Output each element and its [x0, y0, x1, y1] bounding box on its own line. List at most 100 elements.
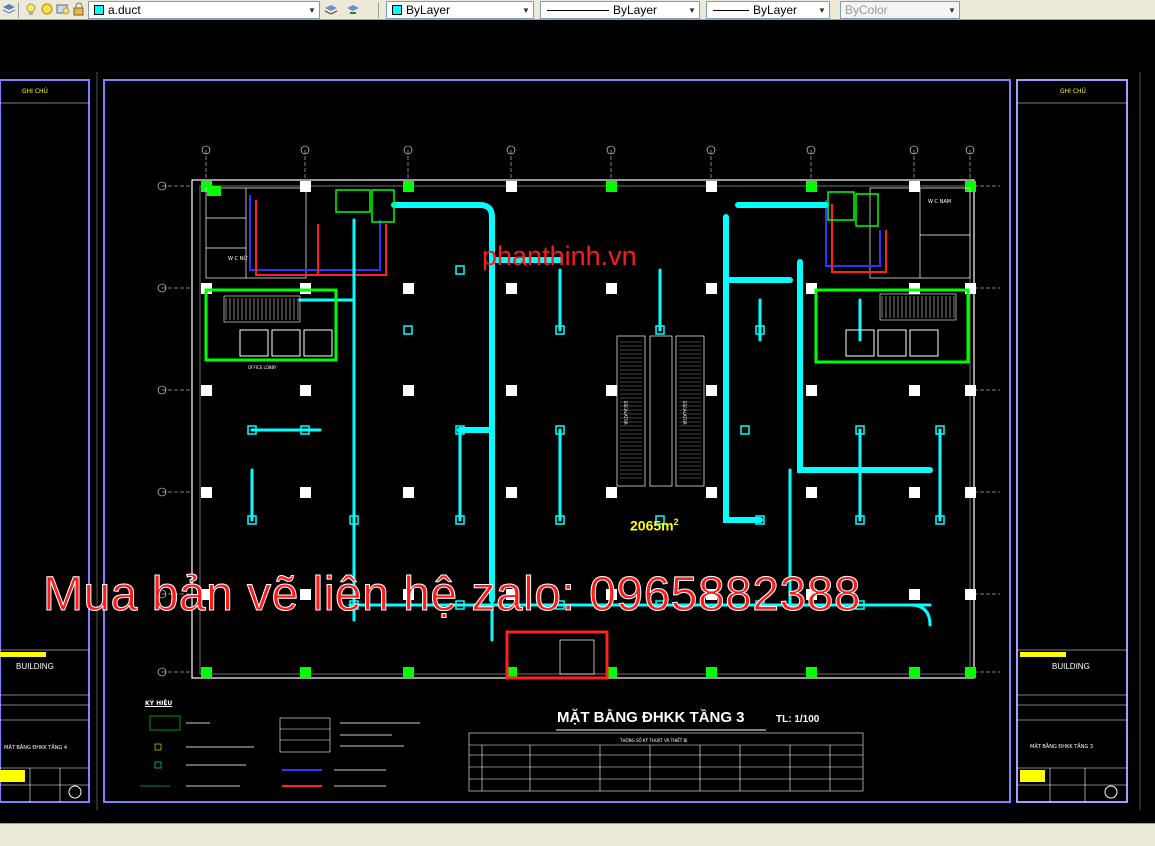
structural-column: [403, 181, 414, 192]
left-sheet-frame: [0, 79, 90, 803]
structural-column: [403, 385, 414, 396]
escalator-steps: [620, 341, 701, 479]
structural-column: [806, 487, 817, 498]
freeze-sun-icon[interactable]: [40, 2, 54, 16]
structural-column: [806, 667, 817, 678]
lineweight-value: ByLayer: [753, 3, 798, 17]
model-space-canvas[interactable]: GHI CHÚ GHI CHÚ BUILDING BUILDING MẶT BẰ…: [0, 21, 1155, 823]
air-diffuser: [403, 325, 413, 335]
duct-run: [723, 214, 763, 523]
viewport-freeze-icon[interactable]: [56, 2, 70, 16]
color-dropdown[interactable]: ByLayer ▼: [386, 1, 534, 19]
chevron-down-icon: ▼: [948, 5, 956, 15]
air-diffuser: [455, 265, 465, 275]
structural-column: [606, 385, 617, 396]
color-swatch: [392, 5, 402, 15]
structural-column: [201, 487, 212, 498]
structural-column: [300, 181, 311, 192]
chevron-down-icon[interactable]: ▼: [519, 2, 533, 18]
linetype-dropdown[interactable]: ByLayer ▼: [540, 1, 700, 19]
escalator-label-1: ESCALATOR: [623, 401, 628, 425]
structural-column: [965, 667, 976, 678]
chevron-down-icon[interactable]: ▼: [305, 2, 319, 18]
color-value: ByLayer: [406, 3, 451, 17]
layer-previous-icon[interactable]: [346, 2, 360, 16]
layer-dropdown[interactable]: a.duct ▼: [88, 1, 320, 19]
structural-column: [403, 667, 414, 678]
right-sheet-inner: [1016, 79, 1128, 803]
right-sheet-notes: GHI CHÚ: [1060, 88, 1086, 95]
structural-column: [300, 385, 311, 396]
structural-column: [403, 283, 414, 294]
wc-nu-label: W C NỮ: [228, 256, 248, 262]
watermark-site: phanthinh.vn: [482, 241, 637, 271]
lineweight-sample: [713, 9, 749, 11]
equipment-green: [207, 186, 221, 196]
north-symbol: [1104, 785, 1118, 799]
structural-column: [606, 487, 617, 498]
structural-column: [706, 487, 717, 498]
title-block-fill: [1020, 652, 1066, 657]
spec-table-header: THÔNG SỐ KỸ THUẬT VÀ THIẾT BỊ: [620, 738, 688, 743]
title-block-fill: [1020, 770, 1045, 782]
layer-stack-icon[interactable]: [2, 2, 16, 16]
wc-nam-label: W C NAM: [928, 199, 952, 205]
structural-column: [806, 181, 817, 192]
status-bar: [0, 823, 1155, 846]
make-current-layer-icon[interactable]: [324, 2, 338, 16]
structural-column: [965, 589, 976, 600]
air-diffuser: [740, 425, 750, 435]
office-lobby-label: OFFICE LOBBY: [248, 365, 277, 370]
floor-plan-drawing: [0, 72, 1141, 810]
chevron-down-icon[interactable]: ▼: [815, 2, 829, 18]
bottom-stair: [505, 630, 609, 680]
area-label: 2065m2: [630, 517, 679, 534]
escalator-label-2: ESCALATOR: [682, 401, 687, 425]
structural-column: [403, 487, 414, 498]
plan-title: MẶT BẰNG ĐHKK TẦNG 3: [557, 709, 745, 726]
title-block-fill: [0, 770, 25, 782]
structural-column: [965, 487, 976, 498]
structural-column: [606, 283, 617, 294]
refrigerant-pipes-left: [249, 195, 387, 276]
area-unit-superscript: 2: [673, 517, 679, 527]
stair-hatch-left: [225, 298, 299, 320]
structural-column: [506, 487, 517, 498]
structural-column: [506, 283, 517, 294]
layer-color-swatch: [94, 5, 104, 15]
layer-name-value: a.duct: [108, 3, 141, 17]
legend-title: KÝ HIỆU: [145, 700, 173, 707]
watermark-contact: Mua bản vẽ liên hệ zalo: 0965882388: [42, 568, 862, 622]
linetype-sample: [547, 9, 609, 11]
structural-column: [300, 487, 311, 498]
structural-column: [506, 181, 517, 192]
plan-scale: TL: 1/100: [776, 714, 820, 725]
area-value: 2065m: [630, 517, 674, 534]
structural-column: [806, 385, 817, 396]
structural-column: [506, 385, 517, 396]
structural-column: [201, 385, 212, 396]
left-sheet-name: MẶT BẰNG ĐHKK TẦNG 4: [4, 745, 68, 751]
lineweight-dropdown[interactable]: ByLayer ▼: [706, 1, 830, 19]
layers-properties-toolbar: a.duct ▼ ByLayer ▼ ByLayer ▼ ByLayer ▼ B…: [0, 0, 1155, 20]
left-building-label: BUILDING: [16, 662, 54, 671]
structural-column: [909, 385, 920, 396]
layer-on-bulb-icon[interactable]: [24, 2, 38, 16]
linetype-value: ByLayer: [613, 3, 658, 17]
structural-column: [706, 385, 717, 396]
plotstyle-value: ByColor: [845, 3, 888, 17]
right-building-label: BUILDING: [1052, 662, 1090, 671]
chevron-down-icon[interactable]: ▼: [685, 2, 699, 18]
right-sheet-frame: [1016, 79, 1128, 803]
structural-column: [965, 385, 976, 396]
title-block-fill: [0, 652, 46, 657]
lock-icon[interactable]: [72, 2, 86, 16]
structural-column: [201, 667, 212, 678]
structural-column: [606, 181, 617, 192]
north-symbol: [68, 785, 82, 799]
left-sheet-notes: GHI CHÚ: [22, 88, 48, 95]
structural-column: [706, 181, 717, 192]
structural-column: [909, 667, 920, 678]
structural-column: [909, 487, 920, 498]
escalator-pair: [616, 335, 705, 487]
